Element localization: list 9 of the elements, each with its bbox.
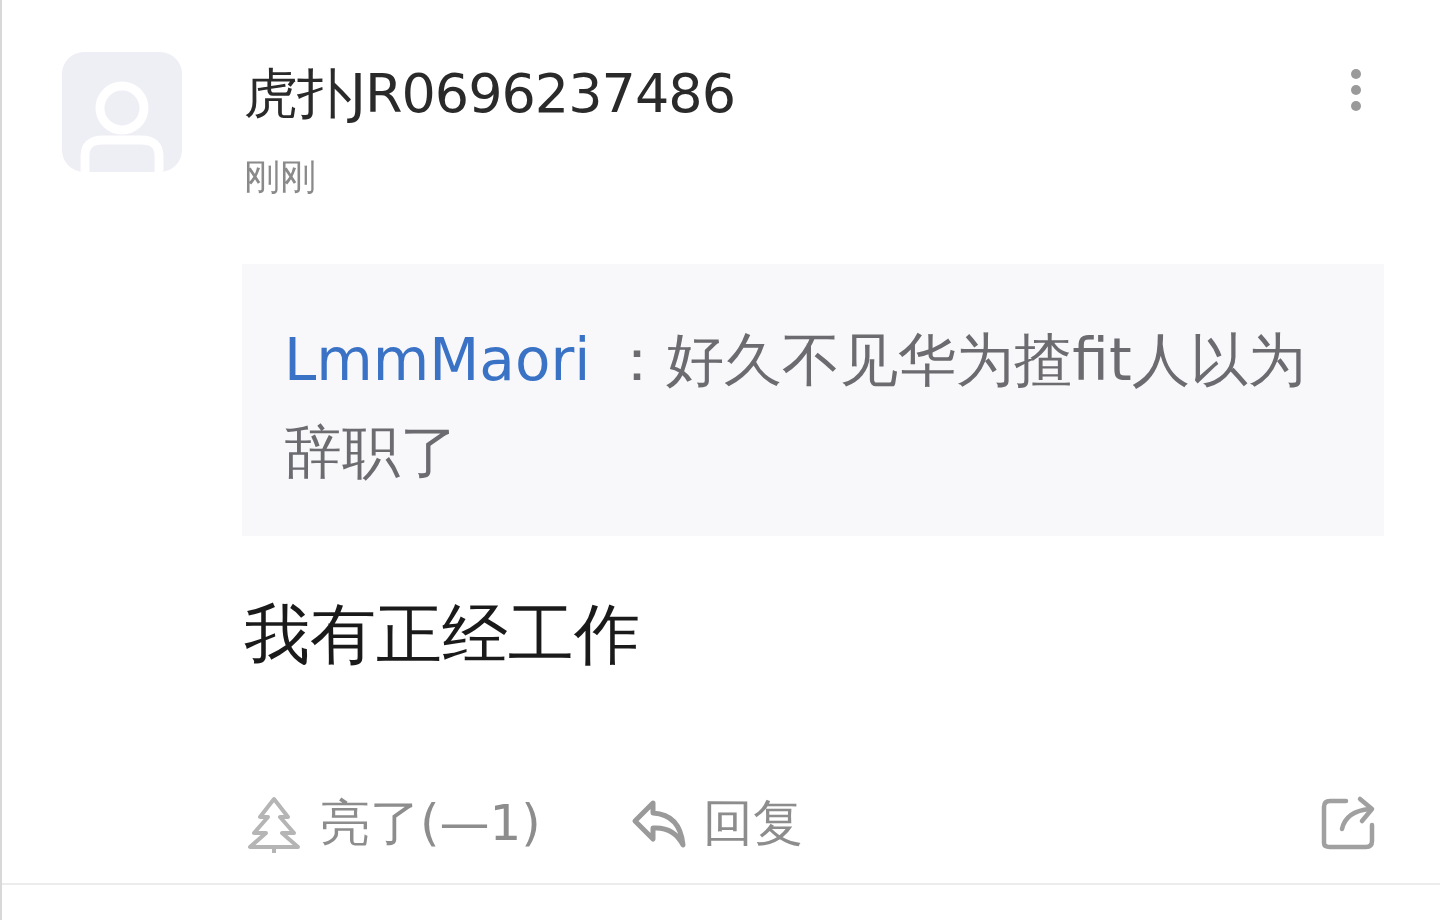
reply-button[interactable]: 回复 [630,790,803,858]
light-button[interactable]: 亮了(—1) [244,790,541,858]
comment-text: 我有正经工作 [244,595,641,676]
quote-author-link[interactable]: LmmMaori [284,326,591,395]
quote-text: LmmMaori ：好久不见华为揸fit人以为辞职了 [284,325,1307,489]
more-icon [1350,68,1362,112]
timestamp: 刚刚 [244,155,317,200]
reply-icon [630,798,687,849]
username: 虎扑JR0696237486 [244,64,735,124]
